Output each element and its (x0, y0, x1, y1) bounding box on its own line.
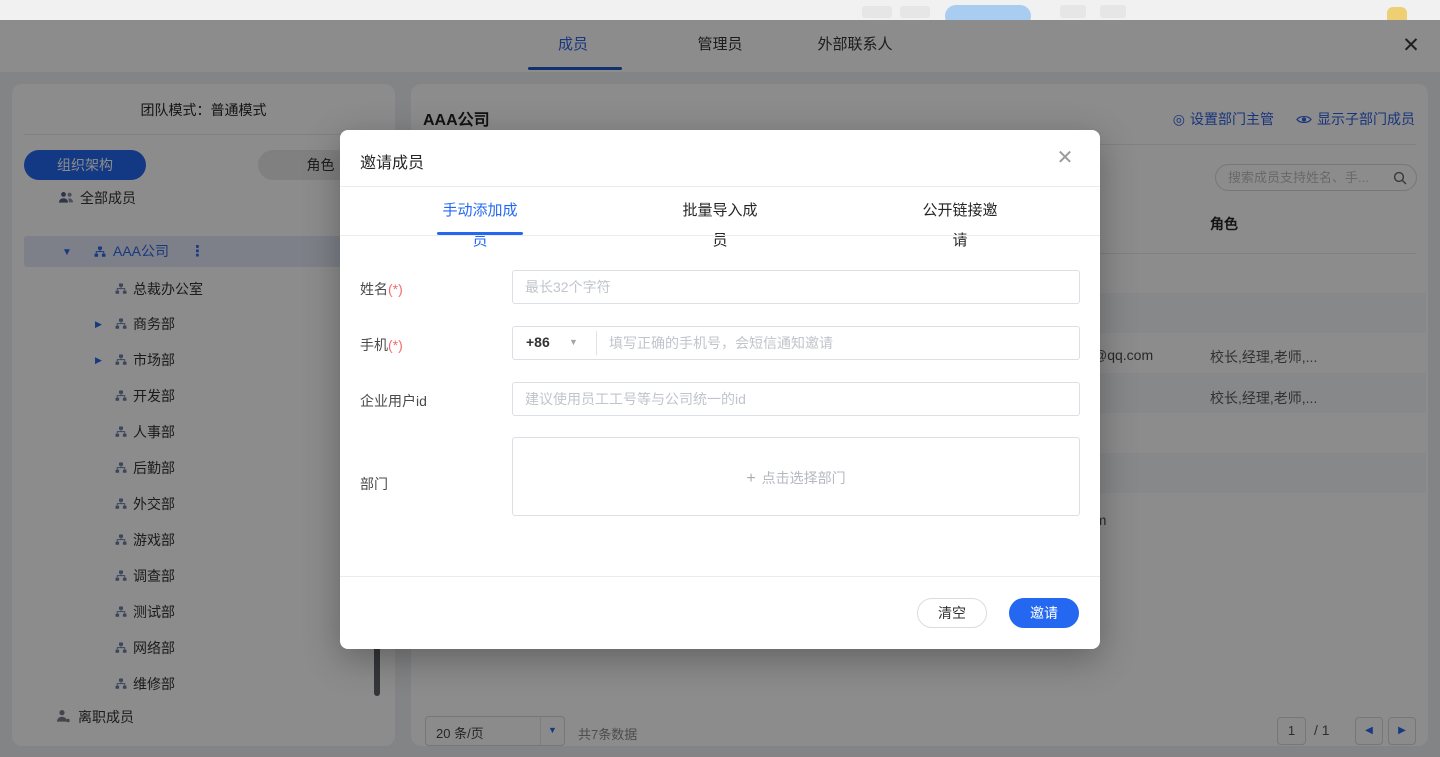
tab-public-link-label: 公开链接邀请 (922, 202, 997, 249)
required-mark: (*) (388, 281, 403, 297)
tab-manual-add[interactable]: 手动添加成员 (437, 196, 523, 232)
divider (340, 576, 1100, 577)
clear-button-label: 清空 (938, 605, 966, 621)
userid-field-wrap (512, 382, 1080, 416)
background-ghost-icon (1060, 5, 1086, 18)
screen: 成员 管理员 外部联系人 ✕ 团队模式：普通模式 组织架构 角色 全部成员 (0, 0, 1440, 757)
background-yellow-icon (1387, 7, 1407, 20)
background-app-strip (0, 0, 1440, 20)
phone-input[interactable] (609, 331, 1049, 355)
country-code-value: +86 (526, 334, 550, 350)
name-label-text: 姓名 (360, 281, 388, 297)
divider (340, 186, 1100, 187)
close-icon[interactable]: ✕ (1052, 145, 1078, 171)
divider (340, 235, 1100, 236)
plus-icon: + (746, 470, 755, 487)
background-ghost-icon (1100, 5, 1126, 18)
phone-label-text: 手机 (360, 337, 388, 353)
userid-label: 企业用户id (360, 391, 427, 411)
userid-input[interactable] (525, 387, 1065, 411)
dialog-title: 邀请成员 (360, 149, 424, 173)
country-code-select[interactable]: +86 ▼ (513, 327, 596, 359)
required-mark: (*) (388, 337, 403, 353)
divider (596, 331, 597, 355)
name-field-wrap (512, 270, 1080, 304)
background-ghost-icon (862, 6, 892, 18)
name-label: 姓名(*) (360, 279, 403, 299)
chevron-down-icon: ▼ (569, 337, 578, 347)
dept-picker[interactable]: + 点击选择部门 (512, 437, 1080, 516)
name-input[interactable] (525, 275, 1065, 299)
tab-batch-import-label: 批量导入成员 (682, 202, 757, 249)
dept-picker-inner: + 点击选择部门 (513, 468, 1079, 488)
phone-label: 手机(*) (360, 335, 403, 355)
dept-picker-label: 点击选择部门 (762, 470, 846, 486)
tab-public-link[interactable]: 公开链接邀请 (917, 196, 1003, 232)
background-ghost-icon (900, 6, 930, 18)
invite-button[interactable]: 邀请 (1009, 598, 1079, 628)
phone-field-wrap: +86 ▼ (512, 326, 1080, 360)
tab-manual-add-label: 手动添加成员 (442, 202, 517, 249)
dept-label: 部门 (360, 474, 388, 494)
clear-button[interactable]: 清空 (917, 598, 987, 628)
invite-button-label: 邀请 (1030, 605, 1058, 621)
invite-member-dialog: 邀请成员 ✕ 手动添加成员 批量导入成员 公开链接邀请 姓名(*) 手机(*) … (340, 130, 1100, 649)
tab-batch-import[interactable]: 批量导入成员 (677, 196, 763, 232)
active-tab-underline (437, 232, 523, 235)
